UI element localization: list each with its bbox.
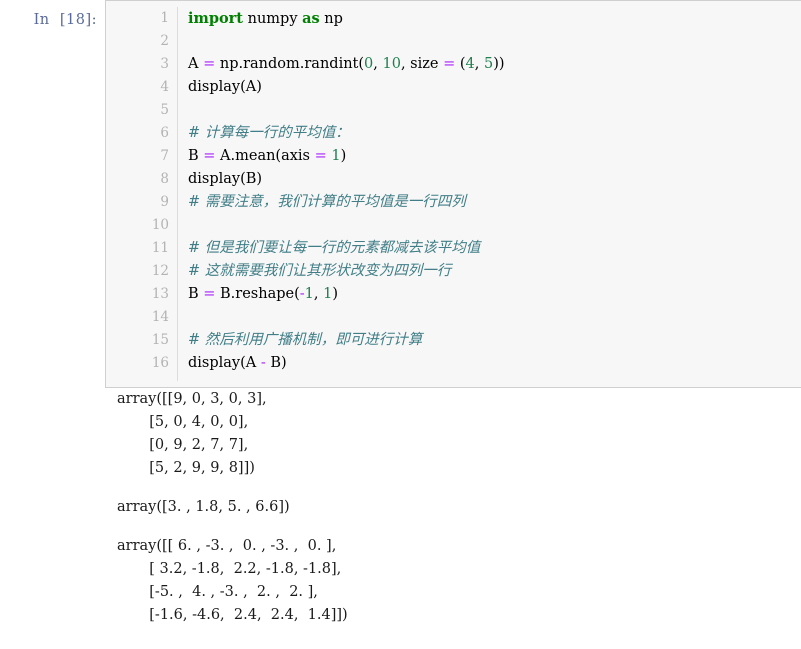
code-token: as — [302, 10, 320, 27]
jupyter-notebook: In [18]: 1 2 3 4 5 6 7 8 9 10 11 12 13 14 15 16 import … — [0, 0, 801, 649]
code-token: , — [313, 286, 324, 302]
line-number: 6 — [160, 125, 169, 141]
code-line[interactable]: # 但是我们要让每一行的元素都减去该平均值 — [188, 237, 801, 260]
code-token: ) — [332, 286, 339, 302]
code-token: A — [188, 56, 204, 72]
output-text-container: array([[9, 0, 3, 0, 3], [5, 0, 4, 0, 0],… — [105, 388, 801, 627]
code-token: B — [188, 148, 204, 164]
code-token: display(A) — [188, 79, 262, 95]
line-number: 7 — [160, 148, 169, 164]
line-number: 10 — [151, 217, 169, 233]
code-token: A.mean(axis — [215, 148, 315, 164]
code-token: # 但是我们要让每一行的元素都减去该平均值 — [188, 240, 481, 256]
code-line[interactable] — [188, 306, 801, 329]
code-token: 10 — [382, 56, 401, 72]
line-number: 5 — [160, 102, 169, 118]
code-token: # 计算每一行的平均值： — [188, 125, 350, 141]
code-token: display(A — [188, 355, 261, 371]
code-token: # 需要注意，我们计算的平均值是一行四列 — [188, 194, 466, 210]
code-token: 1 — [304, 286, 314, 302]
line-number: 2 — [160, 33, 169, 49]
code-line[interactable]: B = B.reshape(-1, 1) — [188, 283, 801, 306]
code-text[interactable]: import numpy as np A = np.random.randint… — [178, 7, 801, 381]
code-token: B.reshape( — [215, 286, 300, 302]
code-line[interactable]: # 然后利用广播机制，即可进行计算 — [188, 329, 801, 352]
code-token: np — [319, 11, 343, 27]
input-prompt-label: In [18]: — [33, 12, 97, 28]
line-number: 4 — [160, 79, 169, 95]
code-line[interactable]: import numpy as np — [188, 7, 801, 30]
code-token: = — [203, 148, 216, 164]
code-line[interactable]: # 这就需要我们让其形状改变为四列一行 — [188, 260, 801, 283]
code-line[interactable] — [188, 99, 801, 122]
code-token: display(B) — [188, 171, 263, 187]
code-line[interactable]: B = A.mean(axis = 1) — [188, 145, 801, 168]
line-number: 12 — [151, 263, 169, 279]
code-line[interactable] — [188, 30, 801, 53]
line-number: 13 — [151, 286, 169, 302]
code-token: ) — [340, 148, 347, 164]
code-token: B — [188, 286, 204, 302]
code-token: numpy — [243, 11, 303, 27]
output-area: array([[9, 0, 3, 0, 3], [5, 0, 4, 0, 0],… — [0, 388, 801, 627]
line-number: 3 — [160, 56, 169, 72]
code-token: 4 — [465, 56, 475, 72]
code-token: = — [203, 56, 216, 72]
code-token: 1 — [323, 286, 333, 302]
code-token: np.random.randint( — [215, 56, 365, 72]
line-number: 16 — [151, 355, 169, 371]
code-editor[interactable]: 1 2 3 4 5 6 7 8 9 10 11 12 13 14 15 16 import numpy as … — [105, 0, 801, 388]
code-cell[interactable]: In [18]: 1 2 3 4 5 6 7 8 9 10 11 12 13 14 15 16 import … — [0, 0, 801, 388]
code-token: 0 — [364, 56, 374, 72]
code-token: B) — [265, 355, 287, 371]
output-array-A: array([[9, 0, 3, 0, 3], [5, 0, 4, 0, 0],… — [117, 391, 267, 476]
output-gap — [117, 480, 801, 496]
code-line[interactable]: # 需要注意，我们计算的平均值是一行四列 — [188, 191, 801, 214]
code-token: ( — [455, 56, 466, 72]
code-line[interactable]: display(A - B) — [188, 352, 801, 375]
line-number: 11 — [151, 240, 169, 256]
code-line[interactable]: display(B) — [188, 168, 801, 191]
output-array-A-minus-B: array([[ 6. , -3. , 0. , -3. , 0. ], [ 3… — [117, 538, 348, 623]
output-gap — [117, 519, 801, 535]
line-number: 15 — [151, 332, 169, 348]
line-number-gutter: 1 2 3 4 5 6 7 8 9 10 11 12 13 14 15 16 — [106, 7, 178, 381]
line-number: 8 — [160, 171, 169, 187]
code-line[interactable]: A = np.random.randint(0, 10, size = (4, … — [188, 53, 801, 76]
code-line[interactable]: # 计算每一行的平均值： — [188, 122, 801, 145]
code-line[interactable] — [188, 214, 801, 237]
code-token: import — [188, 10, 243, 27]
line-number: 1 — [160, 10, 169, 26]
code-token: , size — [400, 56, 444, 72]
line-number: 14 — [151, 309, 169, 325]
code-token: 5 — [483, 56, 494, 72]
code-token: )) — [493, 56, 505, 72]
code-token: = — [443, 56, 456, 72]
line-number: 9 — [160, 194, 169, 210]
code-line[interactable]: display(A) — [188, 76, 801, 99]
code-token: # 然后利用广播机制，即可进行计算 — [188, 332, 423, 348]
code-token: # 这就需要我们让其形状改变为四列一行 — [188, 263, 452, 279]
code-token: = — [314, 148, 327, 164]
code-token: = — [203, 286, 216, 302]
code-token: 1 — [331, 148, 341, 164]
output-array-B-mean: array([3. , 1.8, 5. , 6.6]) — [117, 499, 290, 515]
code-token: , — [474, 56, 484, 72]
